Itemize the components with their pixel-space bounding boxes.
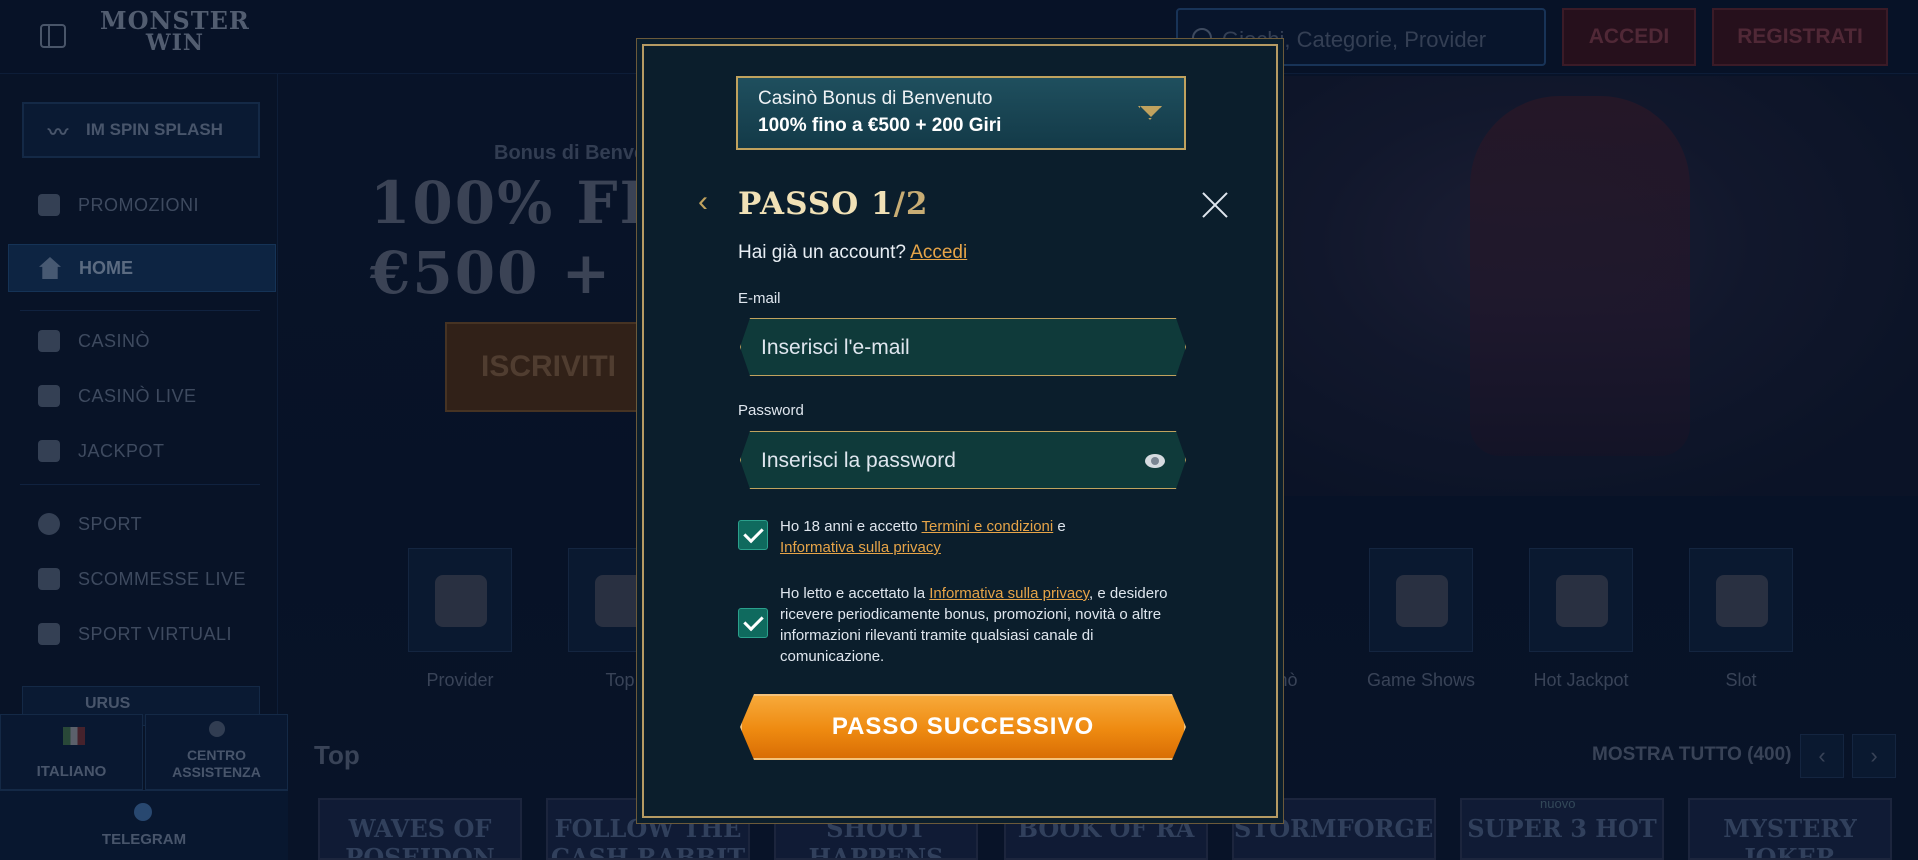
step-title-main: PASSO 1 xyxy=(738,186,894,222)
bonus-selector[interactable]: Casinò Bonus di Benvenuto 100% fino a €5… xyxy=(736,76,1186,150)
password-field[interactable]: Inserisci la password xyxy=(740,431,1186,489)
app: MONSTER WIN Giochi, Categorie, Provider … xyxy=(0,0,1918,860)
privacy-link[interactable]: Informativa sulla privacy xyxy=(780,539,941,556)
registration-modal: Casinò Bonus di Benvenuto 100% fino a €5… xyxy=(642,44,1278,818)
corner-ornament xyxy=(642,44,676,78)
corner-ornament xyxy=(642,784,676,818)
corner-ornament xyxy=(1244,44,1278,78)
bonus-detail: 100% fino a €500 + 200 Giri xyxy=(758,115,1002,136)
have-account-label: Hai già un account? xyxy=(738,242,906,263)
step-title: PASSO 1/2 xyxy=(738,186,928,222)
email-placeholder: Inserisci l'e-mail xyxy=(761,336,910,359)
password-label: Password xyxy=(738,402,804,419)
marketing-checkbox[interactable] xyxy=(738,608,768,638)
consent2-text: Ho letto e accettato la xyxy=(780,585,930,602)
login-link[interactable]: Accedi xyxy=(910,242,967,263)
have-account-text: Hai già un account? Accedi xyxy=(738,242,967,264)
terms-checkbox[interactable] xyxy=(738,520,768,550)
email-label: E-mail xyxy=(738,290,781,307)
consent1-mid: e xyxy=(1053,518,1066,535)
marketing-consent-text: Ho letto e accettato la Informativa sull… xyxy=(780,583,1180,667)
eye-icon[interactable] xyxy=(1145,454,1165,468)
step-title-rest: /2 xyxy=(893,186,929,222)
terms-link[interactable]: Termini e condizioni xyxy=(922,518,1054,535)
corner-ornament xyxy=(1244,784,1278,818)
terms-consent-text: Ho 18 anni e accetto Termini e condizion… xyxy=(780,516,1180,558)
close-icon[interactable] xyxy=(1200,190,1230,220)
next-step-button[interactable]: PASSO SUCCESSIVO xyxy=(740,694,1186,760)
consent1-text: Ho 18 anni e accetto xyxy=(780,518,922,535)
bonus-title: Casinò Bonus di Benvenuto xyxy=(758,88,993,109)
privacy-link-2[interactable]: Informativa sulla privacy xyxy=(929,585,1089,602)
email-field[interactable]: Inserisci l'e-mail xyxy=(740,318,1186,376)
password-placeholder: Inserisci la password xyxy=(761,449,956,472)
back-chevron-icon[interactable]: ‹ xyxy=(698,187,714,217)
